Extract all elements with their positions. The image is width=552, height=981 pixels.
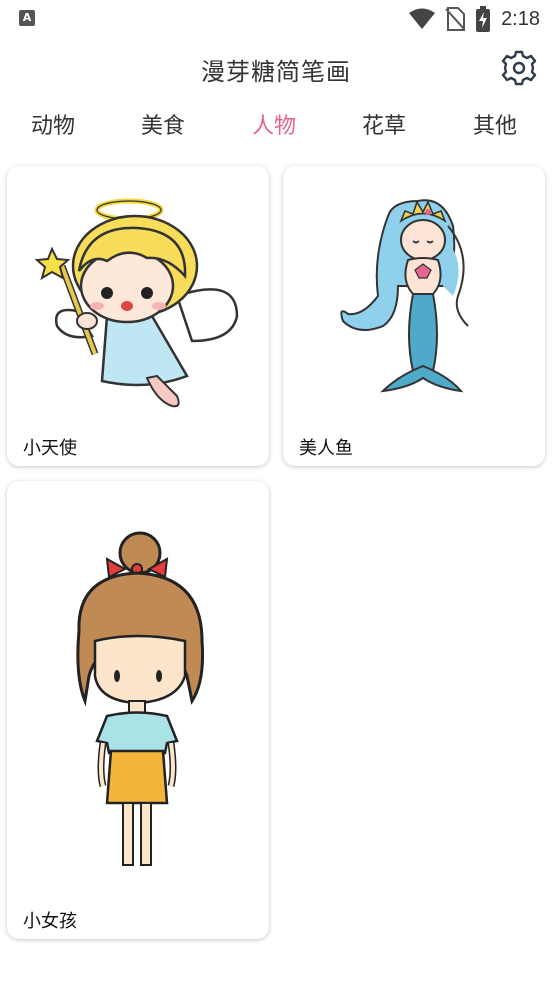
app-notification-icon: A	[19, 10, 35, 26]
card-title: 小女孩	[23, 911, 77, 932]
gear-icon[interactable]	[500, 49, 538, 87]
girl-drawing-image	[76, 531, 204, 866]
status-icons: 2:18	[409, 6, 540, 32]
drawing-card[interactable]: 小女孩	[7, 481, 269, 939]
card-title: 美人鱼	[299, 438, 353, 459]
page-title: 漫芽糖简笔画	[201, 58, 351, 86]
wifi-icon	[409, 8, 436, 29]
no-sim-icon	[445, 7, 466, 31]
category-tabs: 动物 美食 人物 花草 其他	[0, 108, 552, 150]
tab-plants[interactable]: 花草	[362, 108, 406, 140]
mermaid-drawing-image	[340, 199, 469, 393]
tab-people[interactable]: 人物	[252, 108, 296, 140]
card-title: 小天使	[23, 438, 77, 459]
battery-charging-icon	[476, 6, 491, 32]
tab-other[interactable]: 其他	[473, 108, 517, 140]
status-bar: A 2:18	[0, 0, 552, 38]
drawing-card[interactable]: 美人鱼	[283, 166, 545, 466]
tab-animals[interactable]: 动物	[31, 108, 75, 140]
drawing-card[interactable]: 小天使	[7, 166, 269, 466]
tab-food[interactable]: 美食	[141, 108, 185, 140]
clock: 2:18	[501, 7, 540, 30]
angel-drawing-image	[34, 198, 239, 408]
app-header: 漫芽糖简笔画	[0, 40, 552, 96]
